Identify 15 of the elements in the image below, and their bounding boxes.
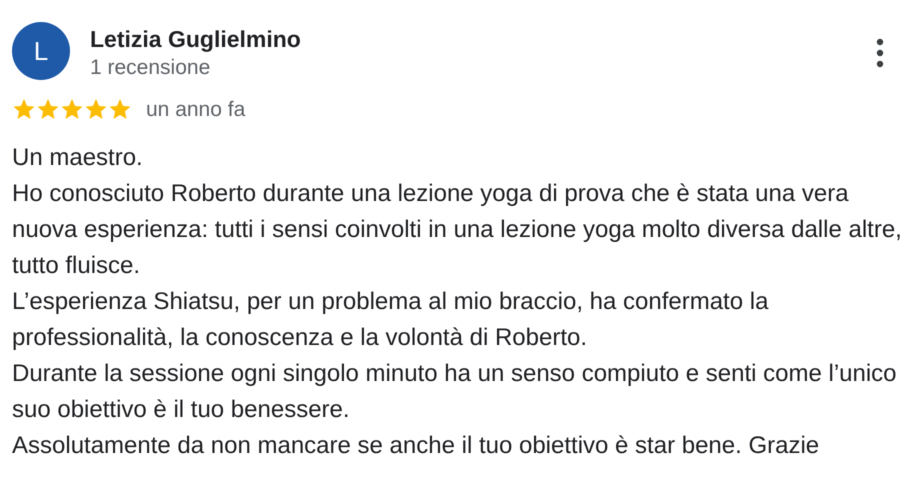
review-paragraph: Assolutamente da non mancare se anche il tuo obiettivo è star bene. Grazie <box>12 430 820 460</box>
author-review-count: 1 recensione <box>90 55 212 81</box>
review-paragraph: Ho conosciuto Roberto durante una lezione yoga di prova che è stata una vera nuova esperienza: tutti i sensi coinvolti in una lezione yoga molto diversa dalle altre, tutto fluisce. <box>12 178 902 280</box>
review-paragraph: Un maestro. <box>12 142 144 172</box>
review-paragraph: L’esperienza Shiatsu, per un problema al mio braccio, ha confermato la professionalità, la conoscenza e la volontà di Roberto. <box>12 286 770 352</box>
star-icon <box>84 98 108 122</box>
author-name[interactable]: Letizia Guglielmino <box>90 24 301 54</box>
star-icon <box>36 98 60 122</box>
star-icon <box>60 98 84 122</box>
avatar: L <box>12 22 70 80</box>
star-icon <box>108 98 132 122</box>
more-options-icon[interactable] <box>876 38 884 68</box>
star-icon <box>12 98 36 122</box>
review-time: un anno fa <box>146 97 246 123</box>
review-paragraph: Durante la sessione ogni singolo minuto ha un senso compiuto e senti come l’unico suo obiettivo è il tuo benessere. <box>12 358 898 424</box>
